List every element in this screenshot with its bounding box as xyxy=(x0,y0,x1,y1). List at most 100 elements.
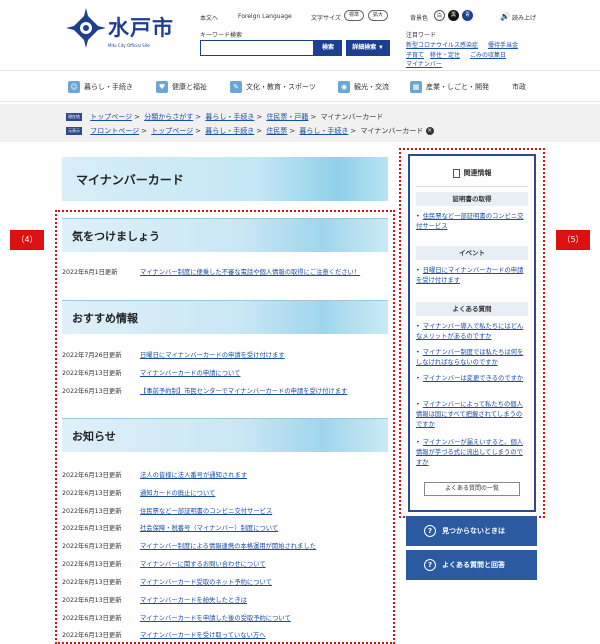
article-link[interactable]: 社会保障・税番号（マイナンバー）制度について xyxy=(140,525,278,532)
breadcrumb-link[interactable]: 住民票・戸籍 xyxy=(266,113,308,121)
article-link[interactable]: 法人の皆様に法人番号が通知されます xyxy=(140,472,247,479)
breadcrumb-link[interactable]: 暮らし・手続き xyxy=(299,127,348,135)
update-date: 2022年6月13日更新 xyxy=(62,543,122,550)
question-icon: ? xyxy=(424,559,436,571)
hot-word-link[interactable]: 移住・定住 xyxy=(430,50,460,59)
nav-label: 産業・しごと・開発 xyxy=(426,83,489,91)
page-title-banner: マイナンバーカード xyxy=(62,157,388,201)
update-date: 2022年6月13日更新 xyxy=(62,579,122,586)
text-size-label: 文字サイズ xyxy=(311,15,341,22)
close-icon[interactable]: × xyxy=(425,127,434,135)
related-link[interactable]: • 日曜日にマイナンバーカードの申請を受け付けます xyxy=(416,266,528,286)
read-aloud-button[interactable]: 読み上げ xyxy=(512,13,536,22)
speaker-icon: 🔊 xyxy=(500,12,510,21)
bg-black-button[interactable]: 黒 xyxy=(448,10,459,21)
update-date: 2022年6月13日更新 xyxy=(62,472,122,479)
foreign-language-link[interactable]: Foreign Language xyxy=(238,13,292,20)
page-title: マイナンバーカード xyxy=(76,173,184,187)
search-button[interactable]: 検索 xyxy=(314,40,342,56)
mito-city-logo[interactable] xyxy=(66,8,106,54)
update-date: 2022年6月13日更新 xyxy=(62,615,122,622)
breadcrumb-link[interactable]: トップページ xyxy=(90,113,132,121)
breadcrumb-tag: 元表示 xyxy=(66,127,82,135)
search-input[interactable] xyxy=(200,40,314,56)
logo-text[interactable]: 水戸市 xyxy=(108,12,174,42)
annotation-badge-5: （5） xyxy=(556,230,590,250)
section-header-recommend: おすすめ情報 xyxy=(62,300,388,334)
list-item: 2022年6月13日更新 住民票など一部証明書のコンビニ交付サービス xyxy=(62,506,272,515)
section-title: おすすめ情報 xyxy=(72,312,138,325)
skip-to-content-link[interactable]: 本文へ xyxy=(200,13,218,22)
nav-item-culture[interactable]: ✎ 文化・教育・スポーツ xyxy=(230,71,316,103)
list-item: 2022年6月13日更新 マイナンバーカードを受け取っていない方へ xyxy=(62,630,266,639)
text-size-standard-button[interactable]: 標準 xyxy=(344,10,364,21)
not-found-button[interactable]: ? 見つからないときは xyxy=(406,516,537,546)
update-date: 2022年6月13日更新 xyxy=(62,370,122,377)
hot-word-link[interactable]: マイナンバー xyxy=(406,59,442,68)
text-size-enlarge-button[interactable]: 拡大 xyxy=(368,10,388,21)
related-link[interactable]: • 住民票など一部証明書のコンビニ交付サービス xyxy=(416,212,528,232)
breadcrumb-current: マイナンバーカード xyxy=(360,127,424,135)
breadcrumb-link[interactable]: トップページ xyxy=(151,127,193,135)
breadcrumb-link[interactable]: フロントページ xyxy=(90,127,139,135)
breadcrumb-link[interactable]: 住民票 xyxy=(266,127,287,135)
article-link[interactable]: 通知カードの廃止について xyxy=(140,490,215,497)
update-date: 2022年6月13日更新 xyxy=(62,388,122,395)
section-header-caution: 気をつけましょう xyxy=(62,218,388,252)
nav-item-living[interactable]: ☺ 暮らし・手続き xyxy=(68,71,133,103)
update-date: 2022年6月1日更新 xyxy=(62,269,118,276)
faq-link[interactable]: • マイナンバー制度では私たちは何をしなければならないのですか xyxy=(416,348,528,368)
hot-word-link[interactable]: 子育て xyxy=(406,50,424,59)
bg-white-button[interactable]: 白 xyxy=(434,10,445,21)
list-item: 2022年6月13日更新 通知カードの廃止について xyxy=(62,488,215,497)
building-icon: ▦ xyxy=(410,81,422,93)
related-info-title: 関連情報 xyxy=(410,168,534,178)
article-link[interactable]: マイナンバーに関するお問い合わせについて xyxy=(140,561,266,568)
nav-item-city-admin[interactable]: 市政 xyxy=(512,71,526,103)
update-date: 2022年6月13日更新 xyxy=(62,525,122,532)
article-link[interactable]: 住民票など一部証明書のコンビニ交付サービス xyxy=(140,508,272,515)
article-link[interactable]: 【事前予約制】市民センターでマイナンバーカードの申請を受け付けます xyxy=(140,388,347,395)
faq-link[interactable]: • マイナンバーは変更できるのですか xyxy=(416,374,528,384)
section-header-news: お知らせ xyxy=(62,418,388,452)
faq-answer-button[interactable]: ? よくある質問と回答 xyxy=(406,550,537,580)
faq-list-button[interactable]: よくある質問の一覧 xyxy=(424,482,520,496)
breadcrumb: 現在地 トップページ > 分類からさがす > 暮らし・手続き > 住民票・戸籍 > マイ… xyxy=(0,104,600,142)
annotation-badge-4: （4） xyxy=(10,230,44,250)
advanced-search-button[interactable]: 詳細検索 ▼ xyxy=(346,40,390,56)
people-icon: ☺ xyxy=(68,81,80,93)
list-item: 2022年7月26日更新 日曜日にマイナンバーカードの申請を受け付けます xyxy=(62,350,285,359)
breadcrumb-link[interactable]: 暮らし・手続き xyxy=(205,127,254,135)
article-link[interactable]: マイナンバー制度による情報連携の本格運用が開始されました xyxy=(140,543,316,550)
article-link[interactable]: マイナンバーカードを受け取っていない方へ xyxy=(140,632,266,639)
nav-label: 健康と福祉 xyxy=(172,83,207,91)
hot-word-link[interactable]: 優待手当金 xyxy=(488,40,518,49)
breadcrumb-current: マイナンバーカード xyxy=(320,113,384,121)
hot-word-link[interactable]: ごみの収集日 xyxy=(470,50,506,59)
breadcrumb-link[interactable]: 暮らし・手続き xyxy=(205,113,254,121)
article-link[interactable]: 日曜日にマイナンバーカードの申請を受け付けます xyxy=(140,352,285,359)
document-icon xyxy=(452,168,460,178)
article-link[interactable]: マイナンバーカードを申請した後の受取予約について xyxy=(140,615,291,622)
nav-item-health[interactable]: ♥ 健康と福祉 xyxy=(156,71,207,103)
not-found-label: 見つからないときは xyxy=(442,527,505,535)
nav-label: 暮らし・手続き xyxy=(84,83,133,91)
article-link[interactable]: マイナンバーカードの申請について xyxy=(140,370,240,377)
article-link[interactable]: マイナンバー制度に便乗した不審な電話や個人情報の取得にご注意ください！ xyxy=(140,269,360,276)
nav-item-industry[interactable]: ▦ 産業・しごと・開発 xyxy=(410,71,489,103)
update-date: 2022年6月13日更新 xyxy=(62,597,122,604)
faq-link[interactable]: • マイナンバーによって私たちの個人情報は国にすべて把握されてしまうのですか xyxy=(416,400,528,430)
nav-label: 文化・教育・スポーツ xyxy=(246,83,316,91)
faq-link[interactable]: • マイナンバー導入で私たちにはどんなメリットがあるのですか xyxy=(416,322,528,342)
breadcrumb-link[interactable]: 分類からさがす xyxy=(144,113,193,121)
nav-label: 市政 xyxy=(512,83,526,91)
divider xyxy=(416,186,528,187)
bg-blue-button[interactable]: 青 xyxy=(462,10,473,21)
faq-answer-label: よくある質問と回答 xyxy=(442,561,505,569)
hot-word-link[interactable]: 新型コロナウイルス感染症 xyxy=(406,40,478,49)
article-link[interactable]: マイナンバーカードを紛失したときは xyxy=(140,597,247,604)
nav-item-tourism[interactable]: ◉ 観光・交流 xyxy=(338,71,389,103)
faq-link[interactable]: • マイナンバーが漏えいすると、個人情報が芋づる式に流出してしまうのですか xyxy=(416,438,528,468)
related-info-panel: 関連情報 証明書の取得 • 住民票など一部証明書のコンビニ交付サービス イベント … xyxy=(408,154,536,512)
article-link[interactable]: マイナンバーカード受取のネット予約について xyxy=(140,579,272,586)
